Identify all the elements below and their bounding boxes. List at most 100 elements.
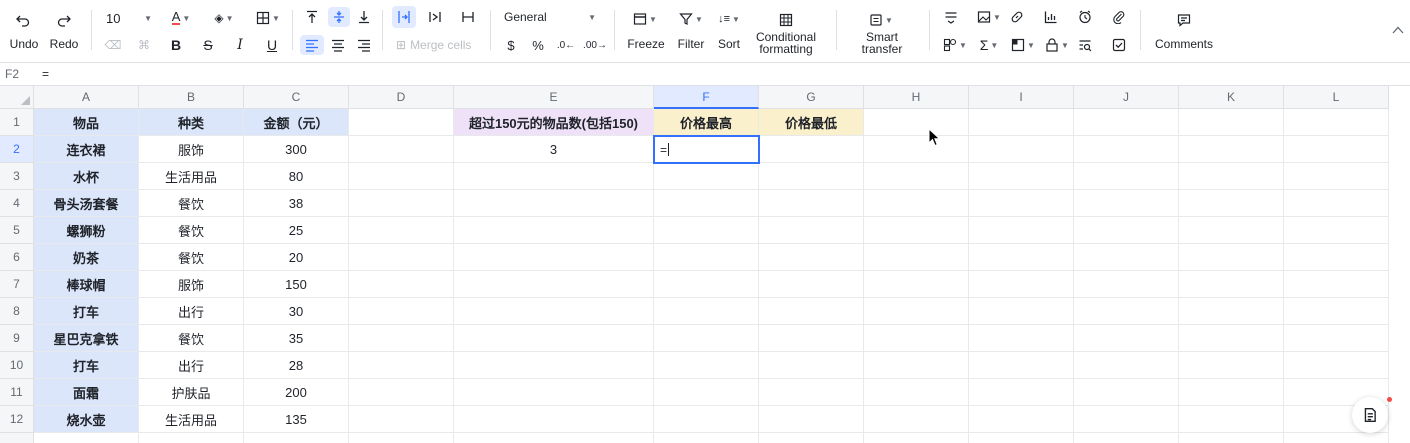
freeze-icon[interactable]: ▼ xyxy=(630,10,660,28)
table-cell[interactable]: 25 xyxy=(244,217,349,244)
sort-icon[interactable]: ↓≡ ▼ xyxy=(714,10,744,28)
conditional-formatting-button[interactable]: Conditional formatting xyxy=(750,31,822,55)
cell[interactable] xyxy=(654,406,759,433)
table-cell[interactable]: 星巴克拿铁 xyxy=(34,325,139,352)
table-cell[interactable]: 烧水壶 xyxy=(34,406,139,433)
cell[interactable] xyxy=(1074,406,1179,433)
cell[interactable] xyxy=(1179,298,1284,325)
clear-format-icon[interactable]: ⌫ xyxy=(103,36,123,54)
cell[interactable] xyxy=(1074,379,1179,406)
cell[interactable] xyxy=(969,190,1074,217)
italic-button[interactable]: I xyxy=(230,36,250,54)
active-cell-editor[interactable]: = xyxy=(653,135,760,164)
cell[interactable] xyxy=(349,244,454,271)
redo-button[interactable]: Redo xyxy=(46,38,82,50)
cell[interactable] xyxy=(1284,244,1389,271)
cell[interactable] xyxy=(1179,406,1284,433)
row-header-6[interactable]: 6 xyxy=(0,244,34,271)
select-all-corner[interactable] xyxy=(0,86,34,109)
align-left-icon[interactable] xyxy=(300,35,324,55)
table-cell[interactable]: 35 xyxy=(244,325,349,352)
table-cell[interactable]: 面霜 xyxy=(34,379,139,406)
cell[interactable] xyxy=(454,163,654,190)
cell[interactable] xyxy=(864,352,969,379)
table-cell[interactable]: 服饰 xyxy=(139,271,244,298)
cell[interactable] xyxy=(864,298,969,325)
find-icon[interactable] xyxy=(1076,36,1094,54)
cell[interactable] xyxy=(349,379,454,406)
cell[interactable] xyxy=(864,379,969,406)
align-center-icon[interactable] xyxy=(328,35,348,55)
table-cell[interactable]: 200 xyxy=(244,379,349,406)
filter-icon[interactable]: ▼ xyxy=(676,10,706,28)
cell[interactable] xyxy=(654,271,759,298)
cell[interactable] xyxy=(969,406,1074,433)
cell[interactable] xyxy=(1179,217,1284,244)
cell[interactable] xyxy=(1074,190,1179,217)
cell[interactable] xyxy=(1074,163,1179,190)
cell[interactable] xyxy=(1284,109,1389,136)
table-cell[interactable]: 连衣裙 xyxy=(34,136,139,163)
row-header[interactable] xyxy=(0,433,34,443)
summary-header-count[interactable]: 超过150元的物品数(包括150) xyxy=(454,109,654,136)
insert-rows-icon[interactable] xyxy=(942,8,960,26)
comments-button[interactable]: Comments xyxy=(1148,38,1220,50)
cell[interactable] xyxy=(349,406,454,433)
align-middle-icon[interactable] xyxy=(328,7,350,27)
cell[interactable] xyxy=(1179,109,1284,136)
table-cell[interactable]: 80 xyxy=(244,163,349,190)
cell[interactable] xyxy=(864,271,969,298)
table-cell[interactable]: 300 xyxy=(244,136,349,163)
increase-decimal-icon[interactable]: .00→ xyxy=(583,35,607,55)
cell[interactable] xyxy=(1074,325,1179,352)
table-cell[interactable]: 20 xyxy=(244,244,349,271)
cell[interactable] xyxy=(454,433,654,443)
cell[interactable] xyxy=(1179,352,1284,379)
align-bottom-icon[interactable] xyxy=(354,7,374,27)
cell[interactable] xyxy=(349,109,454,136)
cell[interactable] xyxy=(864,433,969,443)
cell[interactable] xyxy=(969,109,1074,136)
text-overflow-icon[interactable] xyxy=(425,7,445,27)
cell[interactable] xyxy=(1284,217,1389,244)
cell[interactable] xyxy=(1179,190,1284,217)
cell[interactable] xyxy=(759,379,864,406)
collapse-toolbar-icon[interactable] xyxy=(1390,22,1406,38)
cell[interactable] xyxy=(1179,136,1284,163)
cell[interactable] xyxy=(244,433,349,443)
cell[interactable] xyxy=(654,433,759,443)
cell[interactable] xyxy=(759,352,864,379)
summary-header-max[interactable]: 价格最高 xyxy=(654,109,759,136)
column-header-e[interactable]: E xyxy=(454,86,654,109)
merge-cells-button[interactable]: ⊞ Merge cells xyxy=(396,35,482,55)
table-header-cell[interactable]: 物品 xyxy=(34,109,139,136)
row-header-4[interactable]: 4 xyxy=(0,190,34,217)
cell[interactable] xyxy=(454,217,654,244)
cell[interactable] xyxy=(654,190,759,217)
column-header-g[interactable]: G xyxy=(759,86,864,109)
cell[interactable] xyxy=(349,136,454,163)
cell[interactable] xyxy=(1284,325,1389,352)
conditional-formatting-icon[interactable] xyxy=(777,12,795,28)
decrease-decimal-icon[interactable]: .0← xyxy=(556,35,576,55)
cell[interactable] xyxy=(1179,325,1284,352)
cell[interactable] xyxy=(969,136,1074,163)
cell[interactable] xyxy=(1074,433,1179,443)
summary-header-min[interactable]: 价格最低 xyxy=(759,109,864,136)
cell[interactable] xyxy=(1074,298,1179,325)
document-button[interactable] xyxy=(1352,397,1388,433)
percent-button[interactable]: % xyxy=(529,35,547,55)
table-cell[interactable]: 135 xyxy=(244,406,349,433)
table-cell[interactable]: 餐饮 xyxy=(139,217,244,244)
cell[interactable] xyxy=(969,298,1074,325)
cell[interactable] xyxy=(454,298,654,325)
table-cell[interactable]: 水杯 xyxy=(34,163,139,190)
summary-count-value[interactable]: 3 xyxy=(454,136,654,163)
cell[interactable] xyxy=(969,433,1074,443)
table-cell[interactable]: 生活用品 xyxy=(139,406,244,433)
row-header-12[interactable]: 12 xyxy=(0,406,34,433)
cell[interactable] xyxy=(349,298,454,325)
data-validation-icon[interactable]: ▼ xyxy=(940,36,970,54)
cell[interactable] xyxy=(654,379,759,406)
table-header-cell[interactable]: 种类 xyxy=(139,109,244,136)
